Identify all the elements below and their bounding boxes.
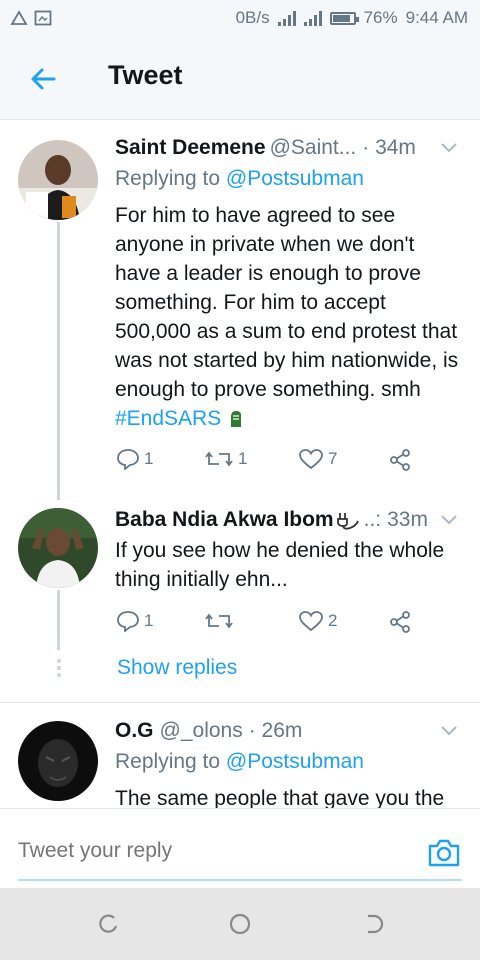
tweet-text: For him to have agreed to see anyone in …	[115, 201, 460, 433]
share-icon[interactable]	[388, 610, 412, 634]
reply-action[interactable]: 1	[116, 448, 153, 470]
retweet-action[interactable]	[204, 610, 238, 632]
raised-fist-emoji-icon	[231, 411, 242, 427]
tweet-time: 33m	[387, 508, 428, 531]
clock: 9:44 AM	[405, 8, 468, 27]
tweet-2[interactable]: Baba Ndia Akwa Ibom ..: 33m If you see h…	[0, 500, 480, 700]
tweet-actions: 1 2	[116, 610, 426, 638]
reply-input[interactable]	[18, 839, 318, 863]
tweet-time: · 26m	[248, 719, 303, 742]
retweet-count: 1	[238, 449, 248, 468]
tweet-body: For him to have agreed to see anyone in …	[115, 204, 459, 401]
thread-dots-icon	[57, 659, 61, 677]
reply-bar	[0, 808, 480, 888]
mention-link[interactable]: @Postsubman	[226, 750, 364, 773]
camera-icon[interactable]	[426, 835, 462, 871]
replying-to: Replying to @Postsubman	[115, 167, 364, 191]
reply-icon[interactable]	[116, 448, 140, 470]
recent-apps-icon[interactable]	[94, 910, 122, 938]
thread-line	[57, 590, 60, 650]
share-action[interactable]	[388, 448, 412, 472]
back-arrow-icon[interactable]	[26, 62, 60, 96]
reply-count: 1	[144, 611, 154, 630]
system-nav-bar	[0, 888, 480, 960]
retweet-icon[interactable]	[204, 448, 234, 470]
tweet-3[interactable]: O.G @_olons · 26m Replying to @Postsubma…	[0, 703, 480, 808]
battery-percent: 76%	[363, 8, 398, 27]
reply-count: 1	[144, 449, 154, 468]
retweet-action[interactable]: 1	[204, 448, 247, 470]
retweet-icon[interactable]	[204, 610, 234, 632]
mention-link[interactable]: @Postsubman	[226, 167, 364, 190]
thread-line	[57, 222, 60, 500]
chevron-down-icon[interactable]	[440, 725, 458, 737]
replying-to: Replying to @Postsubman	[115, 750, 364, 774]
display-name[interactable]: Baba Ndia Akwa Ibom	[115, 508, 334, 532]
user-handle[interactable]: ..:	[364, 508, 382, 532]
user-handle[interactable]: @_olons	[160, 719, 243, 743]
reply-action[interactable]: 1	[116, 610, 153, 632]
hashtag-link[interactable]: #EndSARS	[115, 407, 221, 430]
tweet-text: The same people that gave you the	[115, 787, 445, 808]
notification-triangle-icon	[10, 10, 28, 25]
page-title: Tweet	[108, 60, 183, 90]
tweet-time: · 34m	[362, 136, 416, 159]
display-name[interactable]: O.G	[115, 719, 154, 743]
top-app-bar: Tweet	[0, 36, 480, 120]
tweet-1[interactable]: Saint Deemene @Saint... · 34m Replying t…	[0, 120, 480, 500]
tweet-actions: 1 1 7	[116, 448, 426, 476]
signal-2-icon	[303, 10, 322, 26]
avatar[interactable]	[18, 140, 98, 220]
status-left	[10, 10, 52, 26]
chevron-down-icon[interactable]	[440, 142, 458, 154]
user-handle[interactable]: @Saint...	[270, 136, 357, 160]
battery-icon	[329, 11, 359, 25]
avatar[interactable]	[18, 508, 98, 588]
signal-icon	[277, 10, 296, 26]
like-action[interactable]: 7	[298, 448, 337, 470]
show-replies-link[interactable]: Show replies	[117, 656, 237, 680]
heart-icon[interactable]	[298, 610, 324, 632]
replying-label: Replying to	[115, 167, 221, 190]
like-count: 7	[328, 449, 338, 468]
share-action[interactable]	[388, 610, 412, 634]
screenshot-icon	[34, 10, 52, 26]
heart-icon[interactable]	[298, 448, 324, 470]
like-action[interactable]: 2	[298, 610, 337, 632]
network-speed: 0B/s	[235, 8, 270, 27]
back-nav-icon[interactable]	[360, 910, 388, 938]
tweet-header: Saint Deemene @Saint... · 34m	[115, 136, 456, 160]
chevron-down-icon[interactable]	[440, 514, 458, 526]
tweet-text: If you see how he denied the whole thing…	[115, 539, 445, 591]
reply-input-underline	[18, 879, 462, 881]
replying-label: Replying to	[115, 750, 221, 773]
plug-emoji-icon	[336, 513, 359, 530]
home-icon[interactable]	[226, 910, 254, 938]
avatar[interactable]	[18, 721, 98, 801]
reply-icon[interactable]	[116, 610, 140, 632]
status-right: 0B/s 76% 9:44 AM	[236, 8, 468, 28]
status-bar: 0B/s 76% 9:44 AM	[0, 0, 480, 36]
display-name[interactable]: Saint Deemene	[115, 136, 266, 160]
like-count: 2	[328, 611, 338, 630]
tweet-header: O.G @_olons · 26m	[115, 719, 456, 743]
share-icon[interactable]	[388, 448, 412, 472]
tweet-header: Baba Ndia Akwa Ibom ..: 33m	[115, 508, 456, 532]
